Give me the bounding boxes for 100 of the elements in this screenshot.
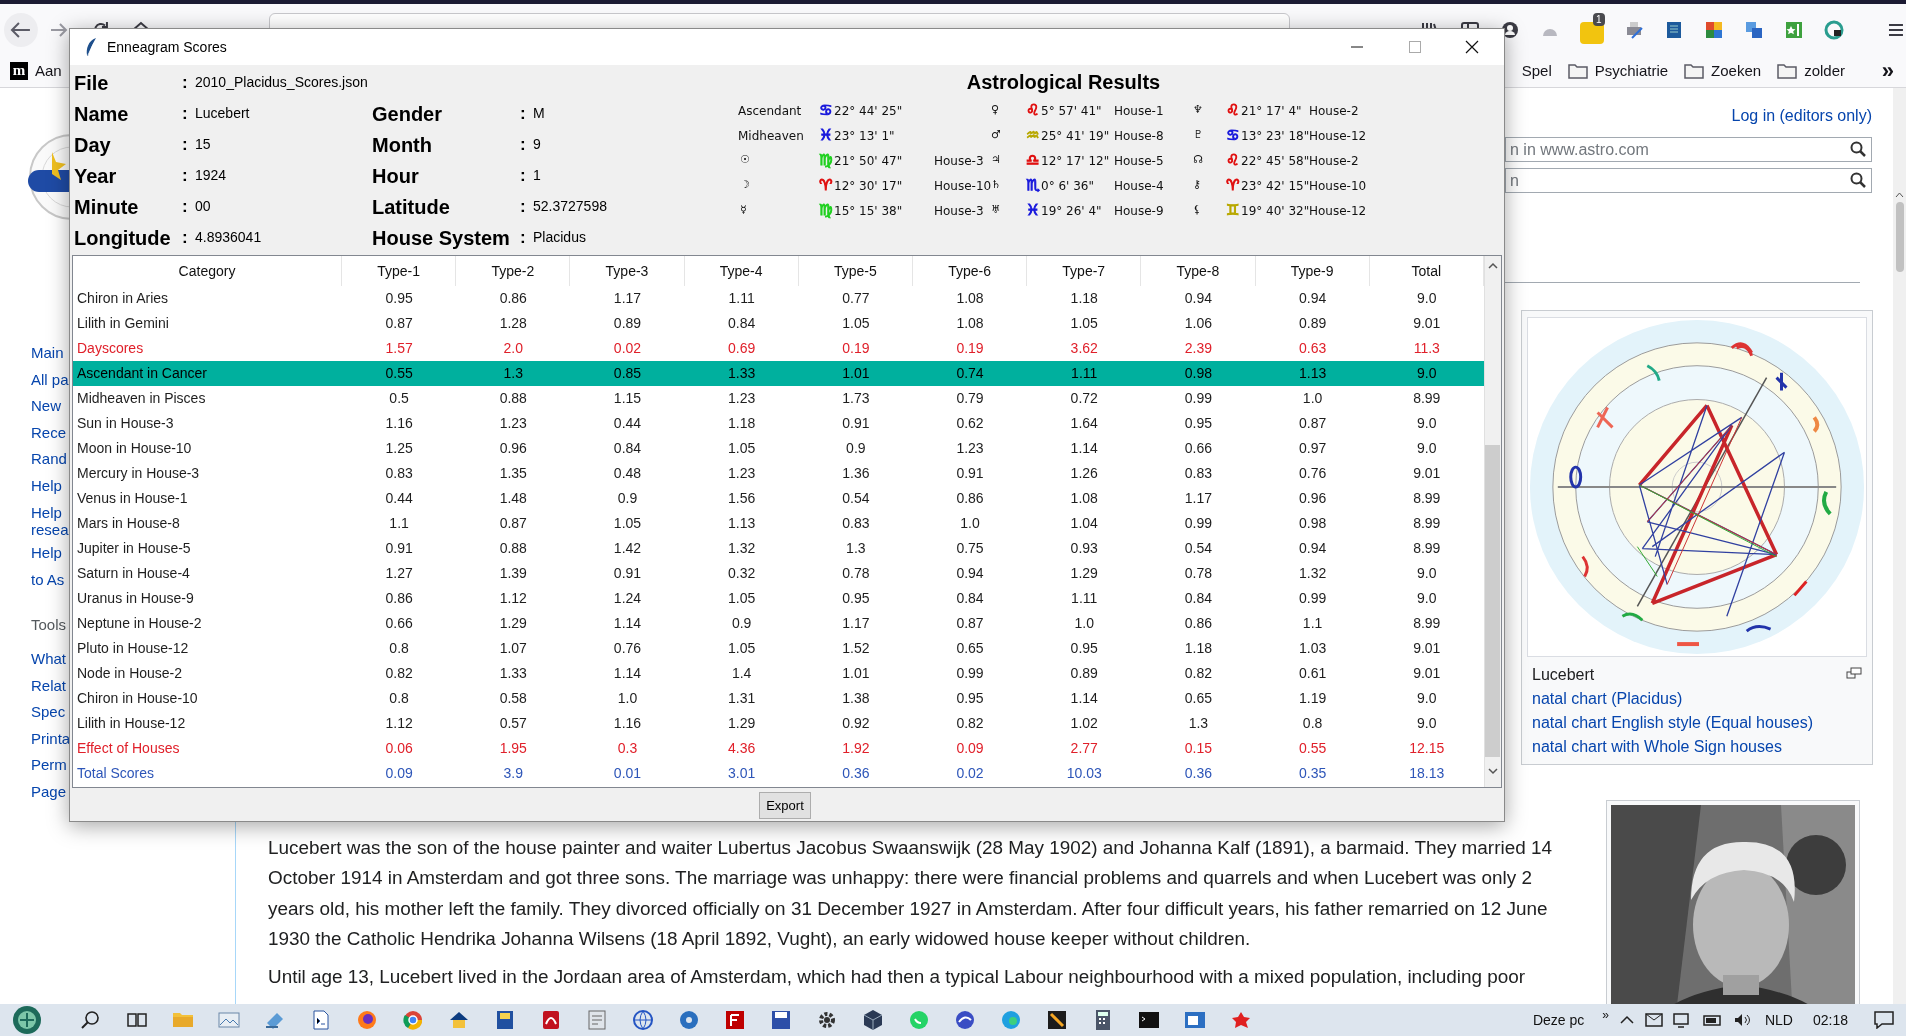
browser-icon[interactable] xyxy=(402,1009,424,1031)
table-row[interactable]: Saturn in House-4 1.27 1.39 0.91 0.32 0.78 0.94 1.29 0.78 1.32 9.0 xyxy=(73,561,1484,586)
table-cell-text: 1.18 xyxy=(1069,289,1099,308)
printer-icon[interactable] xyxy=(1624,19,1645,40)
folder-icon xyxy=(1684,63,1705,79)
bookmark[interactable]: m Aan xyxy=(10,59,62,83)
start-button-icon[interactable] xyxy=(10,1005,44,1035)
bookmark[interactable]: Zoeken xyxy=(1684,59,1762,83)
table-row[interactable]: Dayscores 1.57 2.0 0.02 0.69 0.19 0.19 3.62 2.39 0.63 11.3 xyxy=(73,336,1484,361)
table-cell-text: 0.66 xyxy=(1183,439,1214,458)
position-text: 0° 6' 36" xyxy=(1041,177,1095,195)
sidebar-link[interactable]: All pa xyxy=(31,370,71,391)
table-row[interactable]: Sun in House-3 1.16 1.23 0.44 1.18 0.91 0.62 1.64 0.95 0.87 9.0 xyxy=(73,411,1484,436)
chart-link[interactable]: natal chart English style (Equal houses) xyxy=(1527,711,1867,735)
search-icon[interactable] xyxy=(1850,172,1866,188)
bookmark[interactable]: zolder xyxy=(1777,59,1845,83)
field-separator: : xyxy=(182,71,189,94)
ftp-icon[interactable] xyxy=(724,1009,746,1031)
table-row[interactable]: Lilith in Gemini 0.87 1.28 0.89 0.84 1.05 1.08 1.05 1.06 0.89 9.01 xyxy=(73,311,1484,336)
notifications-icon[interactable] xyxy=(1874,1011,1894,1029)
table-row[interactable]: Mars in House-8 1.1 0.87 1.05 1.13 0.83 1.0 1.04 0.99 0.98 8.99 xyxy=(73,511,1484,536)
login-link[interactable]: Log in (editors only) xyxy=(1731,104,1872,128)
sidebar-link[interactable]: Spec xyxy=(31,703,71,724)
terminal-icon[interactable] xyxy=(1138,1009,1160,1031)
extension-icon[interactable] xyxy=(1580,21,1605,44)
language-indicator[interactable]: NLD xyxy=(1764,1009,1793,1031)
table-cell-text: 9.01 xyxy=(1412,664,1442,683)
clock[interactable]: 02:18 xyxy=(1812,1009,1848,1031)
table-row[interactable]: Mercury in House-3 0.83 1.35 0.48 1.23 1.36 0.91 1.26 0.83 0.76 9.01 xyxy=(73,461,1484,486)
disc-icon[interactable] xyxy=(678,1009,700,1031)
table-cell-text: 8.99 xyxy=(1412,514,1442,533)
photos-icon[interactable] xyxy=(218,1009,240,1031)
sidebar-link[interactable]: Help resea xyxy=(31,503,71,538)
table-row[interactable]: Neptune in House-2 0.66 1.29 1.14 0.9 1.17 0.87 1.0 0.86 1.1 8.99 xyxy=(73,611,1484,636)
browser-icon[interactable] xyxy=(356,1009,378,1031)
sidebar-link[interactable]: Page xyxy=(31,782,71,803)
table-row[interactable]: Venus in House-1 0.44 1.48 0.9 1.56 0.54 0.86 1.08 1.17 0.96 8.99 xyxy=(73,486,1484,511)
sidebar-link[interactable]: Rand xyxy=(31,450,71,471)
selected-table-row[interactable]: Ascendant in Cancer 0.55 1.3 0.85 1.33 1.01 0.74 1.11 0.98 1.13 9.0 xyxy=(73,361,1484,386)
sidebar-link[interactable]: Main xyxy=(31,344,71,364)
sidebar-link[interactable]: What xyxy=(31,649,71,670)
sidebar-link[interactable]: Rece xyxy=(31,423,71,444)
save-icon[interactable] xyxy=(770,1009,792,1031)
table-cell-text: 0.02 xyxy=(612,339,643,358)
scrollbar-thumb[interactable] xyxy=(1895,202,1904,272)
search-field[interactable]: n in www.astro.com xyxy=(1505,137,1872,162)
sidebar-link[interactable]: New xyxy=(31,397,71,418)
book-icon[interactable] xyxy=(494,1009,516,1031)
table-row[interactable]: Moon in House-10 1.25 0.96 0.84 1.05 0.9 1.23 1.14 0.66 0.97 9.0 xyxy=(73,436,1484,461)
volume-icon[interactable] xyxy=(1732,1012,1751,1028)
grid-icon[interactable] xyxy=(1704,19,1725,40)
sidebar-link[interactable]: Help xyxy=(31,476,71,497)
sidebar-link[interactable]: Perm xyxy=(31,756,71,777)
chart-link[interactable]: natal chart (Placidus) xyxy=(1527,687,1867,711)
table-row[interactable]: Uranus in House-9 0.86 1.12 1.24 1.05 0.95 0.84 1.11 0.84 0.99 9.0 xyxy=(73,586,1484,611)
bookmark[interactable]: Psychiatrie xyxy=(1567,59,1669,83)
overflow-chevron[interactable]: » xyxy=(1881,60,1894,82)
scrollbar-thumb[interactable] xyxy=(1485,445,1501,757)
cube-icon[interactable] xyxy=(862,1009,884,1031)
table-row[interactable]: Pluto in House-12 0.8 1.07 0.76 1.05 1.52 0.65 0.95 1.18 1.03 9.01 xyxy=(73,636,1484,661)
translate-icon[interactable] xyxy=(1744,19,1765,40)
house-icon[interactable] xyxy=(448,1009,470,1031)
search-icon[interactable] xyxy=(81,1010,101,1030)
sidebar-link[interactable]: Relat xyxy=(31,676,71,697)
task-view-icon[interactable] xyxy=(126,1010,148,1030)
scroll-up-icon[interactable] xyxy=(1487,262,1498,270)
table-row[interactable]: Jupiter in House-5 0.91 0.88 1.42 1.32 1.3 0.75 0.93 0.54 0.94 8.99 xyxy=(73,536,1484,561)
enlarge-icon[interactable] xyxy=(1846,667,1862,679)
pdf-icon[interactable] xyxy=(540,1009,562,1031)
sidebar-link[interactable]: Printa xyxy=(31,729,71,750)
back-icon[interactable] xyxy=(3,11,39,48)
search-icon[interactable] xyxy=(1850,141,1866,157)
globe-icon[interactable] xyxy=(632,1009,654,1031)
script-icon[interactable] xyxy=(310,1009,332,1031)
table-cell-text: 9.0 xyxy=(1416,714,1438,733)
close-icon[interactable] xyxy=(1464,39,1480,55)
bookmark[interactable]: Spel xyxy=(1521,59,1552,83)
table-row[interactable]: Chiron in Aries 0.95 0.86 1.17 1.11 0.77 1.08 1.18 0.94 0.94 9.0 xyxy=(73,286,1484,311)
table-row[interactable]: Midheaven in Pisces 0.5 0.88 1.15 1.23 1.73 0.79 0.72 0.99 1.0 8.99 xyxy=(73,386,1484,411)
field-value: Lucebert xyxy=(194,104,251,123)
sidebar-link[interactable]: to As xyxy=(31,570,71,591)
toolbar-chevron[interactable]: » xyxy=(1602,1006,1609,1024)
gear-icon[interactable] xyxy=(816,1009,838,1031)
mail-icon[interactable] xyxy=(1644,1012,1663,1028)
sidebar-link[interactable]: Help xyxy=(31,544,71,565)
table-row[interactable]: Chiron in House-10 0.8 0.58 1.0 1.31 1.38 0.95 1.14 0.65 1.19 9.0 xyxy=(73,686,1484,711)
toolbar-label[interactable]: Deze pc xyxy=(1532,1009,1585,1031)
table-row[interactable]: Lilith in House-12 1.12 0.57 1.16 1.29 0.92 0.82 1.02 1.3 0.8 9.0 xyxy=(73,711,1484,736)
battery-icon[interactable] xyxy=(1702,1012,1723,1028)
table-row[interactable]: Node in House-2 0.82 1.33 1.14 1.4 1.01 0.99 0.89 0.82 0.61 9.01 xyxy=(73,661,1484,686)
scroll-down-icon[interactable] xyxy=(1487,767,1498,775)
scroll-up-icon[interactable] xyxy=(1895,192,1904,198)
table-row[interactable]: Effect of Houses 0.06 1.95 0.3 4.36 1.92 0.09 2.77 0.15 0.55 12.15 xyxy=(73,736,1484,761)
planet-symbol: ⚸ xyxy=(1192,202,1203,219)
table-cell-text: 2.0 xyxy=(502,339,524,358)
search-field[interactable]: n xyxy=(1505,168,1872,193)
window-icon[interactable] xyxy=(1184,1009,1206,1031)
export-button[interactable]: Export xyxy=(759,792,811,819)
table-row[interactable]: Total Scores 0.09 3.9 0.01 3.01 0.36 0.02 10.03 0.36 0.35 18.13 xyxy=(73,761,1484,786)
chart-link[interactable]: natal chart with Whole Sign houses xyxy=(1527,735,1867,759)
